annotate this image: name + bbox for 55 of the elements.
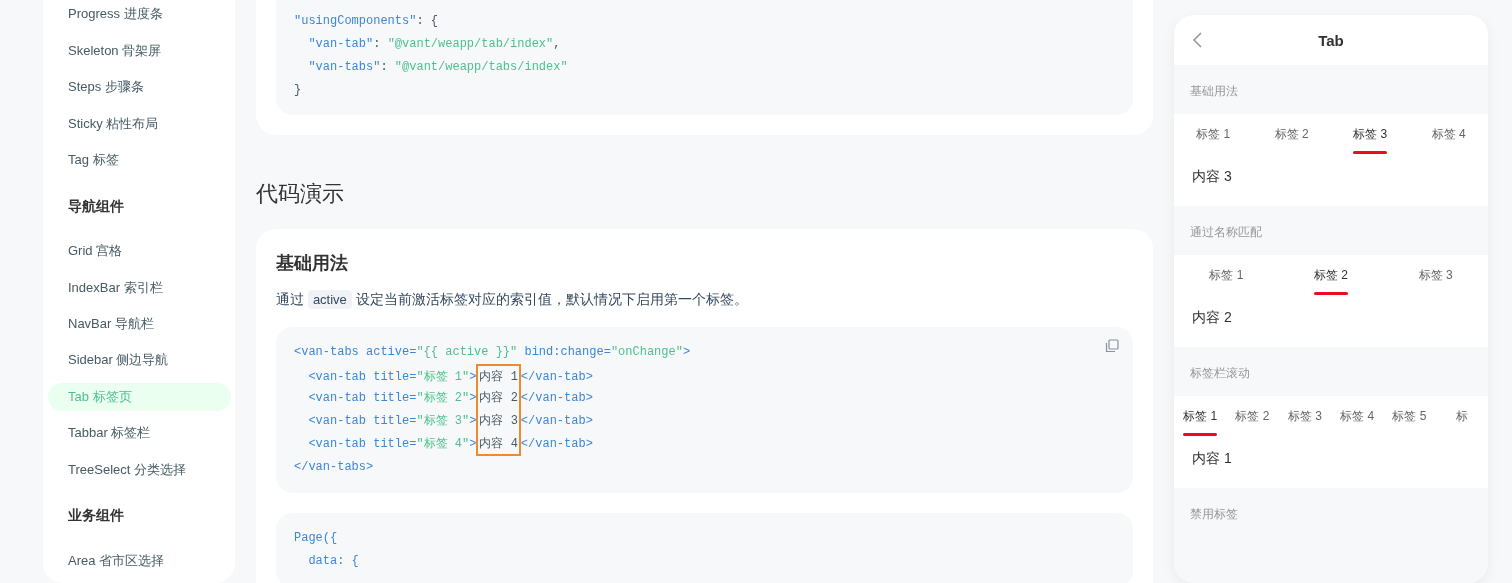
sidebar-item[interactable]: Area 省市区选择 (48, 546, 231, 576)
code-line: <van-tabs active="{{ active }}" bind:change="onChange"> (294, 344, 691, 361)
sidebar-item[interactable]: Skeleton 骨架屏 (48, 36, 231, 65)
section-heading: 代码演示 (256, 180, 345, 208)
sidebar-item[interactable]: Progress 进度条 (48, 0, 231, 29)
sidebar-item[interactable]: Tabbar 标签栏 (48, 419, 231, 448)
tab[interactable]: 标签 1 (1174, 396, 1227, 436)
tab[interactable]: 标签 4 (1331, 396, 1384, 436)
code-line: <van-tab title="标签 3"> 内容 3 </van-tab> (294, 410, 593, 433)
code-line: data: { (307, 553, 359, 570)
sidebar-item[interactable]: Sidebar 侧边导航 (48, 346, 231, 375)
tab[interactable]: 标签 1 (1174, 255, 1279, 295)
tab[interactable]: 标签 3 (1383, 255, 1488, 295)
tab[interactable]: 标签 2 (1278, 255, 1384, 295)
code-line: <van-tab title="标签 2"> 内容 2 </van-tab> (294, 387, 593, 410)
tab[interactable]: 标签 2 (1252, 114, 1331, 154)
nav-title: Tab (1318, 31, 1344, 49)
code-line: Page({ (294, 530, 338, 547)
tab[interactable]: 标签 4 (1409, 114, 1488, 154)
back-icon[interactable] (1192, 32, 1204, 48)
sidebar-item[interactable]: NavBar 导航栏 (48, 309, 231, 339)
tab-content: 内容 2 (1191, 308, 1233, 327)
tab[interactable]: 标签 5 (1383, 396, 1436, 436)
description-text: 通过 active 设定当前激活标签对应的索引值，默认情况下启用第一个标签。 (276, 291, 749, 309)
tab-content: 内容 3 (1191, 167, 1233, 186)
copy-icon[interactable] (1105, 339, 1119, 353)
code-line: "van-tabs": "@vant/weapp/tabs/index" (307, 59, 568, 76)
code-line: "usingComponents": { (294, 13, 439, 30)
sidebar-item[interactable]: Grid 宫格 (48, 236, 231, 266)
sidebar-item[interactable]: TreeSelect 分类选择 (48, 455, 231, 485)
tab[interactable]: 标签 2 (1226, 396, 1279, 436)
tab[interactable]: 标签 1 (1174, 114, 1253, 154)
code-line: } (294, 82, 302, 99)
tab-content: 内容 1 (1191, 449, 1233, 468)
code-line: "van-tab": "@vant/weapp/tab/index", (307, 36, 561, 53)
tab[interactable]: 标签 3 (1278, 396, 1331, 436)
code-line: <van-tab title="标签 1"> 内容 1 </van-tab> (294, 364, 593, 387)
sidebar-item[interactable]: IndexBar 索引栏 (48, 273, 231, 302)
tab[interactable]: 标签 3 (1331, 114, 1410, 154)
tab[interactable]: 标 (1435, 396, 1488, 436)
sidebar-group-title: 业务组件 (67, 506, 125, 526)
demo-section-title: 标签栏滚动 (1189, 365, 1251, 382)
active-tab-indicator (1353, 150, 1388, 154)
active-tab-indicator (1183, 432, 1218, 436)
code-line: </van-tabs> (294, 459, 374, 476)
sidebar-item[interactable]: Sticky 粘性布局 (48, 109, 231, 138)
sidebar-group-title: 导航组件 (67, 196, 125, 216)
demo-section-title: 基础用法 (1189, 83, 1239, 100)
sidebar-item[interactable]: Steps 步骤条 (48, 72, 231, 102)
code-line: <van-tab title="标签 4"> 内容 4 </van-tab> (294, 433, 593, 456)
card-title: 基础用法 (276, 252, 349, 275)
demo-section-title: 通过名称匹配 (1189, 224, 1263, 241)
active-tab-indicator (1314, 291, 1348, 295)
sidebar-item[interactable]: Tag 标签 (48, 145, 231, 175)
demo-section-title: 禁用标签 (1189, 506, 1239, 523)
